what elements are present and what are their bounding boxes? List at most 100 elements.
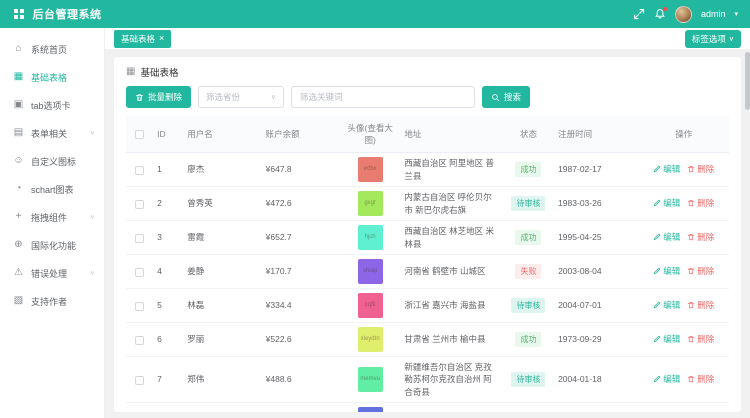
- page-title: 基础表格: [140, 65, 178, 79]
- delete-button[interactable]: 删除: [687, 163, 714, 175]
- collapse-menu-icon[interactable]: [14, 9, 24, 19]
- delete-button[interactable]: 删除: [687, 265, 714, 277]
- cell-balance: ¥522.6: [262, 323, 340, 357]
- sidebar-item-errors[interactable]: ⚠ 错误处理 ∨: [0, 259, 104, 287]
- app-window: 后台管理系统 admin ▾ ⌂系统首页▦基础表格▣tab选项卡▤表单相关∨☺自…: [0, 0, 750, 418]
- delete-button[interactable]: 删除: [687, 231, 714, 243]
- username[interactable]: admin: [701, 9, 726, 19]
- cell-register-date: 1973-09-29: [554, 323, 638, 357]
- cell-register-date: 2004-07-01: [554, 289, 638, 323]
- cell-username: 丁静: [183, 402, 261, 412]
- user-avatar[interactable]: [675, 6, 692, 23]
- cell-address: 浙江省 嘉兴市 海盐县: [400, 289, 503, 323]
- cell-id: 8: [153, 402, 183, 412]
- user-avatar-thumbnail[interactable]: xleydtn: [358, 327, 383, 352]
- keyword-input[interactable]: [291, 86, 475, 108]
- cell-address: 河南省 鹤壁市 山城区: [400, 255, 503, 289]
- row-checkbox[interactable]: [135, 268, 144, 277]
- globe-icon: ⊕: [13, 240, 24, 250]
- table-row: 1廖杰¥647.8edbx西藏自治区 阿里地区 普兰县成功1987-02-17 …: [126, 153, 729, 187]
- col-operation: 操作: [638, 116, 729, 153]
- col-address: 地址: [400, 116, 503, 153]
- user-avatar-thumbnail[interactable]: memvu: [358, 367, 383, 392]
- row-checkbox[interactable]: [135, 200, 144, 209]
- delete-button[interactable]: 删除: [687, 333, 714, 345]
- cell-username: 曾秀英: [183, 187, 261, 221]
- cell-username: 姜静: [183, 255, 261, 289]
- sidebar-item-custom-icons[interactable]: ☺自定义图标: [0, 147, 104, 175]
- fullscreen-icon[interactable]: [633, 8, 645, 20]
- edit-button[interactable]: 编辑: [653, 333, 680, 345]
- edit-button[interactable]: 编辑: [653, 265, 680, 277]
- sidebar-item-tabs[interactable]: ▣tab选项卡: [0, 91, 104, 119]
- scrollbar[interactable]: [745, 50, 750, 418]
- batch-delete-label: 批量删除: [148, 91, 182, 103]
- data-table: ID 用户名 账户余额 头像(查看大图) 地址 状态 注册时间 操作 1廖杰¥6…: [126, 116, 729, 412]
- sidebar-item-i18n[interactable]: ⊕国际化功能: [0, 231, 104, 259]
- app-title: 后台管理系统: [33, 6, 102, 22]
- sidebar-item-drag[interactable]: +拖拽组件∨: [0, 203, 104, 231]
- user-avatar-thumbnail[interactable]: cqfti: [358, 293, 383, 318]
- sidebar-item-label: tab选项卡: [31, 99, 71, 112]
- user-avatar-thumbnail[interactable]: sfeap: [358, 259, 383, 284]
- user-avatar-thumbnail[interactable]: gxgr: [358, 191, 383, 216]
- search-button[interactable]: 搜索: [482, 86, 530, 108]
- main-area: 基础表格 × 标签选项 ∨ ▦ 基础表格: [105, 28, 750, 418]
- col-balance: 账户余额: [262, 116, 340, 153]
- card-title-row: ▦ 基础表格: [126, 65, 729, 79]
- sidebar-menu: ⌂系统首页▦基础表格▣tab选项卡▤表单相关∨☺自定义图标◔schart图表+拖…: [0, 35, 104, 315]
- tab-bar: 基础表格 × 标签选项 ∨: [105, 28, 750, 50]
- delete-button[interactable]: 删除: [687, 299, 714, 311]
- row-checkbox[interactable]: [135, 336, 144, 345]
- table-row: 2曾秀英¥472.6gxgr内蒙古自治区 呼伦贝尔市 新巴尔虎右旗待审核1983…: [126, 187, 729, 221]
- row-checkbox[interactable]: [135, 376, 144, 385]
- edit-button[interactable]: 编辑: [653, 299, 680, 311]
- row-checkbox[interactable]: [135, 302, 144, 311]
- table-row: 4姜静¥170.7sfeap河南省 鹤壁市 山城区失败2003-08-04 编辑…: [126, 255, 729, 289]
- user-avatar-thumbnail[interactable]: edbx: [358, 157, 383, 182]
- cell-id: 5: [153, 289, 183, 323]
- user-menu-caret-icon[interactable]: ▾: [734, 10, 738, 18]
- table-row: 8丁静¥407.5rhebach山西省 太原市 迎泽区失败1991-09-26 …: [126, 402, 729, 412]
- cell-register-date: 1995-04-25: [554, 221, 638, 255]
- tag-options-label: 标签选项: [692, 33, 726, 45]
- sidebar-item-basic-table[interactable]: ▦基础表格: [0, 63, 104, 91]
- edit-button[interactable]: 编辑: [653, 231, 680, 243]
- col-username: 用户名: [183, 116, 261, 153]
- delete-button[interactable]: 删除: [687, 373, 714, 385]
- warning-icon: ⚠: [13, 268, 24, 278]
- cell-id: 2: [153, 187, 183, 221]
- row-checkbox[interactable]: [135, 234, 144, 243]
- scrollbar-thumb[interactable]: [745, 52, 750, 110]
- notification-bell-icon[interactable]: [654, 8, 666, 20]
- edit-button[interactable]: 编辑: [653, 373, 680, 385]
- user-avatar-thumbnail[interactable]: hjch: [358, 225, 383, 250]
- delete-button[interactable]: 删除: [687, 197, 714, 209]
- user-avatar-thumbnail[interactable]: rhebach: [358, 407, 383, 412]
- cell-address: 甘肃省 兰州市 榆中县: [400, 323, 503, 357]
- chart-icon: ◔: [13, 184, 24, 194]
- edit-button[interactable]: 编辑: [653, 197, 680, 209]
- sidebar-item-forms[interactable]: ▤表单相关∨: [0, 119, 104, 147]
- tab-basic-table[interactable]: 基础表格 ×: [114, 30, 171, 48]
- support-icon: ▧: [13, 296, 24, 306]
- select-all-checkbox[interactable]: [135, 130, 144, 139]
- sidebar-item-label: 错误处理: [31, 267, 67, 280]
- sidebar-item-support[interactable]: ▧支持作者: [0, 287, 104, 315]
- row-checkbox[interactable]: [135, 166, 144, 175]
- smile-icon: ☺: [13, 156, 24, 166]
- sidebar-item-schart[interactable]: ◔schart图表: [0, 175, 104, 203]
- cell-balance: ¥170.7: [262, 255, 340, 289]
- col-id: ID: [153, 116, 183, 153]
- tab-close-icon[interactable]: ×: [159, 34, 164, 43]
- table-header-row: ID 用户名 账户余额 头像(查看大图) 地址 状态 注册时间 操作: [126, 116, 729, 153]
- edit-button[interactable]: 编辑: [653, 163, 680, 175]
- status-badge: 成功: [515, 230, 541, 246]
- status-badge: 成功: [515, 162, 541, 178]
- sidebar-item-home[interactable]: ⌂系统首页: [0, 35, 104, 63]
- tag-options-button[interactable]: 标签选项 ∨: [685, 30, 741, 48]
- chevron-down-icon: ∨: [90, 270, 95, 276]
- sidebar-item-label: 拖拽组件: [31, 211, 67, 224]
- province-select[interactable]: 筛选省份 ∨: [198, 86, 284, 108]
- batch-delete-button[interactable]: 批量删除: [126, 86, 191, 108]
